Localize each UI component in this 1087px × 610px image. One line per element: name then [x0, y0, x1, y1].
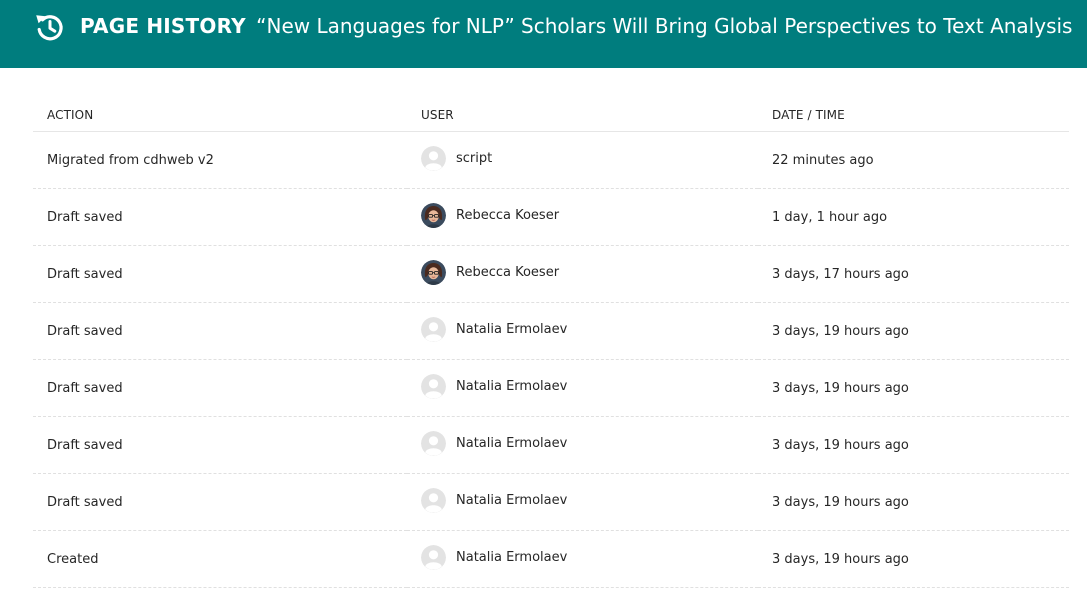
user-info: Rebecca Koeser [421, 259, 758, 285]
user-info: Natalia Ermolaev [421, 316, 758, 342]
user-cell: Rebecca Koeser [407, 245, 758, 303]
date-cell: 1 day, 1 hour ago [758, 188, 1069, 246]
action-cell: Draft saved [33, 416, 407, 474]
user-cell: Natalia Ermolaev [407, 302, 758, 360]
table-row: Draft saved Natalia Ermolaev 3 days, 19 ho… [33, 359, 1069, 417]
table-row: Draft saved Natalia Ermolaev 3 days, 19 ho… [33, 302, 1069, 360]
action-cell: Draft saved [33, 302, 407, 360]
page-history-label: PAGE HISTORY [80, 14, 246, 38]
user-name: Rebecca Koeser [456, 264, 560, 280]
date-cell: 22 minutes ago [758, 131, 1069, 189]
page-header: PAGE HISTORY “New Languages for NLP” Sch… [0, 0, 1087, 68]
table-row: Created Natalia Ermolaev 3 days, 19 hours … [33, 530, 1069, 588]
user-info: Rebecca Koeser [421, 202, 758, 228]
column-header-action: ACTION [33, 99, 407, 132]
user-name: Rebecca Koeser [456, 207, 560, 223]
page-name: “New Languages for NLP” Scholars Will Br… [256, 14, 1073, 38]
user-photo-avatar [421, 259, 446, 285]
user-name: Natalia Ermolaev [456, 435, 568, 451]
user-info: Natalia Ermolaev [421, 544, 758, 570]
date-cell: 3 days, 19 hours ago [758, 530, 1069, 588]
default-avatar-icon [421, 544, 446, 570]
action-cell: Draft saved [33, 359, 407, 417]
action-cell: Migrated from cdhweb v2 [33, 131, 407, 189]
column-header-date: DATE / TIME [758, 99, 1069, 132]
user-photo-avatar [421, 202, 446, 228]
column-header-user: USER [407, 99, 758, 132]
table-row: Draft saved Natalia Ermolaev 3 days, 19 ho… [33, 473, 1069, 531]
table-row: Draft saved Rebecca Koeser 3 days, 17 hour… [33, 245, 1069, 303]
default-avatar-icon [421, 145, 446, 171]
action-cell: Draft saved [33, 188, 407, 246]
table-row: Draft saved Natalia Ermolaev 3 days, 19 ho… [33, 416, 1069, 474]
user-name: script [456, 150, 493, 166]
date-cell: 3 days, 19 hours ago [758, 473, 1069, 531]
table-row: Draft saved Rebecca Koeser 1 day, 1 hour a… [33, 188, 1069, 246]
user-name: Natalia Ermolaev [456, 549, 568, 565]
default-avatar-icon [421, 487, 446, 513]
table-header-row: ACTION USER DATE / TIME [33, 99, 1069, 132]
user-cell: Natalia Ermolaev [407, 473, 758, 531]
user-name: Natalia Ermolaev [456, 378, 568, 394]
user-cell: Natalia Ermolaev [407, 416, 758, 474]
user-name: Natalia Ermolaev [456, 492, 568, 508]
user-name: Natalia Ermolaev [456, 321, 568, 337]
page-title: PAGE HISTORY “New Languages for NLP” Sch… [80, 12, 1072, 40]
user-info: Natalia Ermolaev [421, 373, 758, 399]
user-cell: Rebecca Koeser [407, 188, 758, 246]
action-cell: Draft saved [33, 245, 407, 303]
user-cell: Natalia Ermolaev [407, 530, 758, 588]
date-cell: 3 days, 19 hours ago [758, 302, 1069, 360]
user-cell: script [407, 131, 758, 189]
date-cell: 3 days, 17 hours ago [758, 245, 1069, 303]
user-info: Natalia Ermolaev [421, 487, 758, 513]
history-icon [33, 10, 67, 44]
user-info: Natalia Ermolaev [421, 430, 758, 456]
default-avatar-icon [421, 430, 446, 456]
action-cell: Created [33, 530, 407, 588]
date-cell: 3 days, 19 hours ago [758, 359, 1069, 417]
table-body: Migrated from cdhweb v2 script 22 minutes … [33, 131, 1069, 588]
action-cell: Draft saved [33, 473, 407, 531]
table-row: Migrated from cdhweb v2 script 22 minutes … [33, 131, 1069, 189]
default-avatar-icon [421, 373, 446, 399]
date-cell: 3 days, 19 hours ago [758, 416, 1069, 474]
default-avatar-icon [421, 316, 446, 342]
user-cell: Natalia Ermolaev [407, 359, 758, 417]
history-table: ACTION USER DATE / TIME Migrated from cd… [33, 99, 1069, 588]
user-info: script [421, 145, 758, 171]
